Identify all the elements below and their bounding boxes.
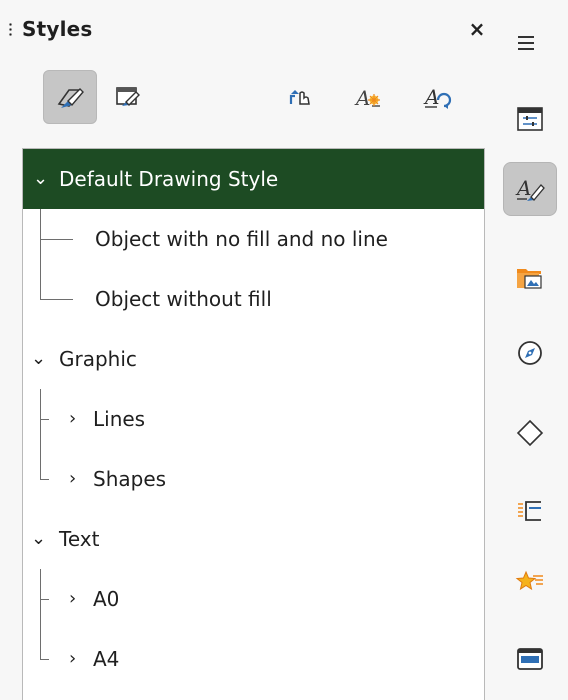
gallery-icon: [517, 269, 542, 289]
shapes-icon: [516, 419, 544, 447]
expander-icon[interactable]: ›: [69, 629, 76, 689]
styles-icon: A: [515, 176, 545, 201]
tree-item-text[interactable]: ⌄ Text: [23, 509, 484, 569]
presentation-styles-button[interactable]: [100, 70, 154, 124]
hamburger-menu-icon[interactable]: [515, 34, 539, 52]
panel-title: Styles: [22, 17, 93, 41]
tree-item-label: Object with no fill and no line: [95, 227, 388, 251]
expander-icon[interactable]: ›: [69, 569, 76, 629]
new-style-button[interactable]: A: [340, 70, 394, 124]
deck-tab-animation[interactable]: [503, 556, 557, 610]
properties-icon: [517, 107, 543, 131]
svg-text:A: A: [515, 176, 531, 200]
tree-item-label: A0: [93, 587, 120, 611]
close-button[interactable]: ×: [464, 16, 490, 42]
expander-icon[interactable]: ⌄: [33, 149, 48, 209]
update-style-icon: A: [423, 85, 452, 109]
update-style-button[interactable]: A: [410, 70, 464, 124]
tree-item-object-no-fill-no-line[interactable]: Object with no fill and no line: [23, 209, 484, 269]
deck-tab-master-slides[interactable]: [503, 632, 557, 686]
tree-item-a4[interactable]: › A4: [23, 629, 484, 689]
svg-text:A: A: [423, 85, 439, 109]
styles-sidebar: Styles × A A ⌄ Default Drawing Style Obj…: [0, 0, 568, 700]
fill-format-mode-button[interactable]: [273, 70, 327, 124]
deck-tab-styles[interactable]: A: [503, 162, 557, 216]
tree-item-label: Default Drawing Style: [59, 167, 279, 191]
expander-icon[interactable]: ⌄: [31, 509, 46, 569]
styles-tree[interactable]: ⌄ Default Drawing Style Object with no f…: [22, 148, 485, 700]
new-style-from-selection-icon: A: [354, 86, 380, 110]
tree-item-label: A4: [93, 647, 120, 671]
animation-icon: [515, 570, 543, 591]
expander-icon[interactable]: ⌄: [31, 329, 46, 389]
tree-item-default-drawing-style[interactable]: ⌄ Default Drawing Style: [23, 149, 484, 209]
tree-item-label: Text: [59, 527, 100, 551]
panel-grip-handle[interactable]: [9, 22, 12, 38]
styles-panel: Styles × A A ⌄ Default Drawing Style Obj…: [0, 0, 500, 700]
tree-item-label: Lines: [93, 407, 146, 431]
tree-item-label: Object without fill: [95, 287, 272, 311]
tree-item-a0[interactable]: › A0: [23, 569, 484, 629]
tree-item-object-without-fill[interactable]: Object without fill: [23, 269, 484, 329]
drawing-styles-button[interactable]: [43, 70, 97, 124]
tree-item-graphic[interactable]: ⌄ Graphic: [23, 329, 484, 389]
fill-format-mode-icon: [289, 90, 310, 105]
svg-text:A: A: [354, 86, 370, 110]
drawing-styles-icon: [57, 88, 84, 108]
deck-tab-shapes[interactable]: [503, 406, 557, 460]
slide-transition-icon: [518, 501, 541, 521]
deck-tab-navigator[interactable]: [503, 326, 557, 380]
deck-tab-properties[interactable]: [503, 92, 557, 146]
tree-item-label: Shapes: [93, 467, 167, 491]
tree-item-lines[interactable]: › Lines: [23, 389, 484, 449]
navigator-icon: [518, 341, 542, 365]
expander-icon[interactable]: ›: [69, 389, 76, 449]
master-slides-icon: [517, 648, 543, 670]
deck-tab-slide-transition[interactable]: [503, 484, 557, 538]
deck-tab-gallery[interactable]: [503, 250, 557, 304]
tree-item-shapes[interactable]: › Shapes: [23, 449, 484, 509]
expander-icon[interactable]: ›: [69, 449, 76, 509]
sidebar-deck: A: [500, 0, 568, 700]
presentation-styles-icon: [116, 87, 140, 106]
tree-item-label: Graphic: [59, 347, 137, 371]
